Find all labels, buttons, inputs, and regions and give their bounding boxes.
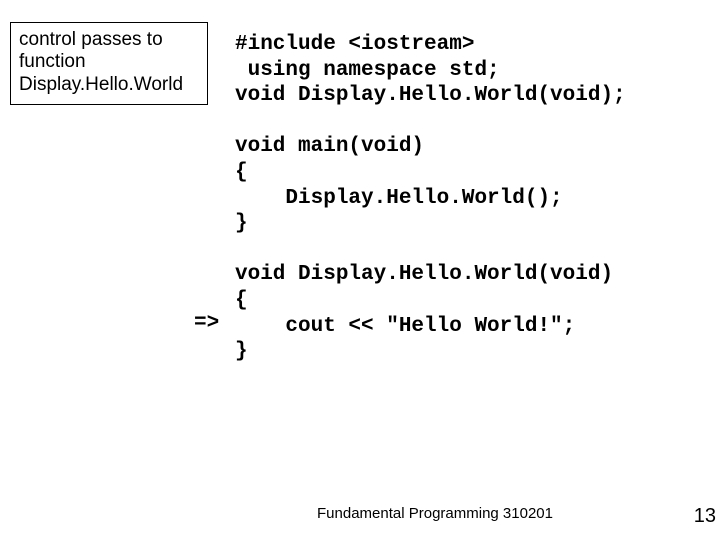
slide-page: control passes to function Display.Hello…	[0, 0, 720, 540]
annotation-text: control passes to function Display.Hello…	[19, 29, 183, 95]
page-number: 13	[694, 505, 716, 528]
arrow-marker: =>	[194, 312, 219, 335]
annotation-box: control passes to function Display.Hello…	[10, 22, 208, 105]
code-block: #include <iostream> using namespace std;…	[235, 32, 626, 365]
footer-text: Fundamental Programming 310201	[0, 505, 720, 522]
